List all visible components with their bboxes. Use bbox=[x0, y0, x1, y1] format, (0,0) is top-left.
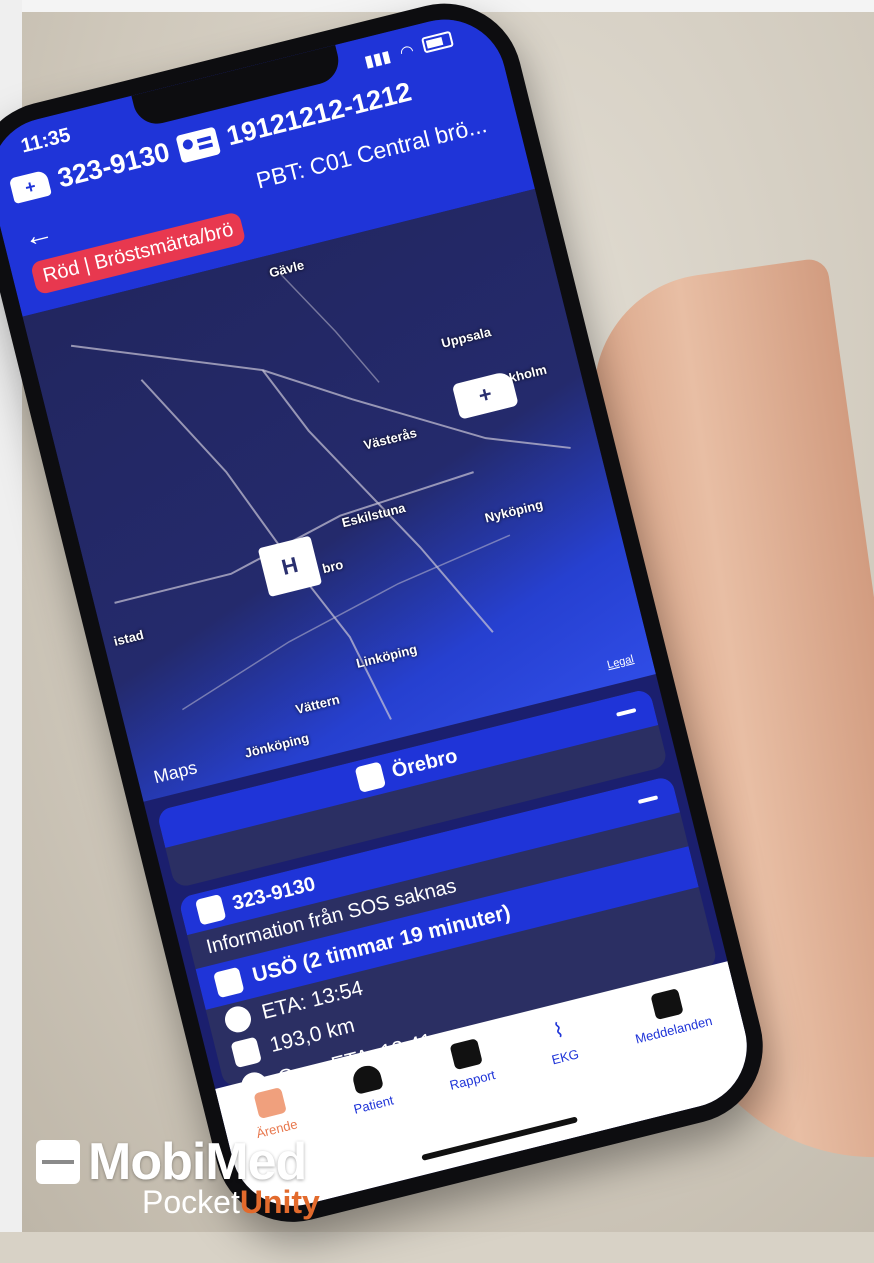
printer-icon bbox=[449, 1038, 483, 1071]
logo-brand: MobiMed bbox=[88, 1133, 307, 1191]
ambulance-icon bbox=[194, 893, 227, 926]
tab-label: Meddelanden bbox=[633, 1012, 714, 1047]
logo-sub: PocketUnity bbox=[142, 1184, 320, 1221]
collapse-icon[interactable] bbox=[616, 707, 637, 717]
id-card-icon bbox=[175, 126, 222, 163]
hospital-icon bbox=[354, 761, 386, 794]
hospital-icon bbox=[213, 966, 245, 999]
mobimed-logo: MobiMed PocketUnity bbox=[36, 1132, 320, 1220]
status-icons: ▮▮▮ ◠ bbox=[362, 30, 455, 72]
message-icon bbox=[650, 988, 685, 1021]
tab-label: Patient bbox=[352, 1092, 396, 1117]
battery-icon bbox=[421, 30, 454, 54]
route-icon bbox=[230, 1036, 262, 1069]
tab-label: EKG bbox=[550, 1046, 581, 1068]
tab-patient[interactable]: Patient bbox=[344, 1061, 412, 1187]
clock-icon bbox=[222, 1003, 254, 1036]
ambulance-icon: + bbox=[8, 169, 52, 204]
tab-label: Rapport bbox=[448, 1067, 497, 1093]
ambulance-icon bbox=[253, 1087, 288, 1120]
ekg-icon: ⌇ bbox=[551, 1019, 567, 1043]
logo-sub-unity: Unity bbox=[239, 1184, 320, 1220]
destination-title: Örebro bbox=[389, 744, 460, 782]
signal-icon: ▮▮▮ bbox=[362, 48, 393, 71]
status-time: 11:35 bbox=[18, 124, 73, 158]
back-arrow-icon[interactable]: ← bbox=[20, 215, 57, 255]
person-icon bbox=[350, 1062, 384, 1095]
logo-mark-icon bbox=[36, 1140, 80, 1184]
logo-sub-pocket: Pocket bbox=[142, 1184, 240, 1220]
wifi-icon: ◠ bbox=[398, 42, 416, 63]
collapse-icon[interactable] bbox=[637, 795, 659, 805]
tab-meddelanden[interactable]: Meddelanden bbox=[626, 982, 731, 1117]
